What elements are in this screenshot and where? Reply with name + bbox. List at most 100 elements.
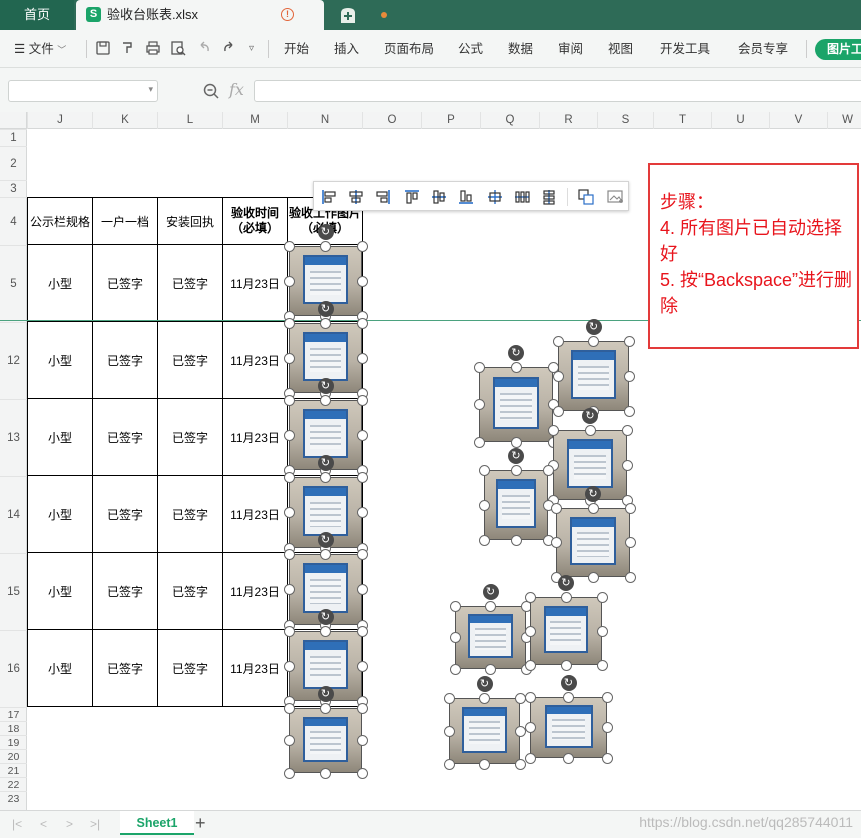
resize-handle[interactable] — [283, 240, 295, 252]
table-cell[interactable]: 已签字 — [157, 629, 223, 707]
rotate-handle-icon[interactable]: ↻ — [317, 301, 334, 317]
column-header[interactable]: Q — [480, 112, 539, 129]
resize-handle[interactable] — [473, 361, 485, 373]
align-top-icon[interactable] — [403, 188, 421, 206]
resize-handle[interactable] — [478, 499, 490, 511]
column-header[interactable]: W — [827, 112, 861, 129]
row-header[interactable]: 1 — [0, 129, 27, 146]
resize-handle[interactable] — [283, 507, 295, 518]
resize-handle[interactable] — [443, 692, 455, 704]
row-header[interactable]: 16 — [0, 630, 27, 707]
selected-picture[interactable] — [530, 597, 602, 665]
resize-handle[interactable] — [449, 663, 461, 675]
resize-handle[interactable] — [283, 394, 295, 406]
row-header[interactable]: 12 — [0, 322, 27, 399]
table-header-cell[interactable]: 验收时间 （必填） — [222, 197, 288, 245]
resize-handle[interactable] — [320, 625, 331, 637]
resize-handle[interactable] — [283, 702, 295, 714]
resize-handle[interactable] — [320, 471, 331, 483]
resize-handle[interactable] — [587, 502, 599, 514]
rotate-handle-icon[interactable]: ↻ — [317, 532, 334, 548]
selected-picture[interactable] — [449, 698, 520, 764]
resize-handle[interactable] — [587, 571, 599, 583]
table-cell[interactable]: 已签字 — [157, 475, 223, 553]
selected-picture[interactable] — [530, 697, 607, 758]
resize-handle[interactable] — [623, 335, 635, 347]
resize-handle[interactable] — [320, 767, 331, 779]
resize-handle[interactable] — [510, 464, 522, 476]
resize-handle[interactable] — [443, 725, 455, 737]
resize-handle[interactable] — [283, 735, 295, 746]
row-header[interactable]: 3 — [0, 180, 27, 197]
resize-handle[interactable] — [356, 702, 368, 714]
resize-handle[interactable] — [356, 507, 368, 518]
table-cell[interactable]: 11月23日 — [222, 629, 288, 707]
resize-handle[interactable] — [356, 548, 368, 560]
resize-handle[interactable] — [473, 436, 485, 448]
table-cell[interactable]: 已签字 — [157, 552, 223, 630]
rotate-handle-icon[interactable]: ↻ — [558, 575, 574, 591]
selected-picture[interactable] — [455, 606, 526, 669]
print-icon[interactable] — [145, 40, 161, 56]
resize-handle[interactable] — [449, 600, 461, 612]
column-header[interactable]: O — [362, 112, 421, 129]
resize-handle[interactable] — [356, 735, 368, 746]
prev-sheet-icon[interactable]: < — [40, 817, 47, 831]
distribute-horizontal-icon[interactable] — [486, 188, 504, 206]
rotate-handle-icon[interactable]: ↻ — [585, 486, 601, 502]
ribbon-tab-developer[interactable]: 开发工具 — [660, 38, 710, 60]
column-header[interactable]: M — [222, 112, 287, 129]
resize-handle[interactable] — [356, 317, 368, 329]
group-icon[interactable] — [577, 188, 595, 206]
resize-handle[interactable] — [356, 275, 368, 287]
column-header[interactable]: T — [653, 112, 711, 129]
row-header[interactable]: 21 — [0, 763, 27, 777]
table-cell[interactable]: 已签字 — [92, 552, 158, 630]
resize-handle[interactable] — [320, 394, 331, 406]
rotate-handle-icon[interactable]: ↻ — [508, 345, 524, 361]
resize-handle[interactable] — [560, 591, 572, 603]
format-painter-icon[interactable] — [120, 40, 136, 56]
table-cell[interactable]: 小型 — [27, 321, 93, 399]
distribute-rows-icon[interactable] — [540, 188, 558, 206]
resize-handle[interactable] — [552, 370, 564, 382]
column-header[interactable]: U — [711, 112, 769, 129]
rotate-handle-icon[interactable]: ↻ — [317, 609, 334, 625]
resize-handle[interactable] — [283, 625, 295, 637]
next-sheet-icon[interactable]: > — [66, 817, 73, 831]
tab-home[interactable]: 首页 — [0, 0, 74, 30]
row-header[interactable]: 2 — [0, 146, 27, 180]
print-preview-icon[interactable] — [170, 40, 186, 56]
function-icon[interactable]: fx — [229, 80, 244, 99]
resize-handle[interactable] — [356, 625, 368, 637]
table-cell[interactable]: 11月23日 — [222, 552, 288, 630]
resize-handle[interactable] — [320, 702, 331, 714]
resize-handle[interactable] — [283, 660, 295, 672]
spreadsheet-grid[interactable]: J K L M N O P Q R S T U V W 1 2 3 4 5 12… — [0, 112, 861, 810]
resize-handle[interactable] — [524, 691, 536, 703]
selected-picture[interactable] — [484, 470, 548, 540]
resize-handle[interactable] — [283, 275, 295, 287]
align-center-icon[interactable] — [347, 188, 365, 206]
resize-handle[interactable] — [596, 591, 608, 603]
ribbon-tab-formula[interactable]: 公式 — [458, 38, 483, 60]
ribbon-tab-data[interactable]: 数据 — [508, 38, 533, 60]
warning-icon[interactable]: ! — [281, 8, 294, 21]
align-bottom-icon[interactable] — [457, 188, 475, 206]
rotate-handle-icon[interactable]: ↻ — [317, 224, 334, 240]
row-header[interactable]: 17 — [0, 707, 27, 721]
ribbon-tab-picture-tools[interactable]: 图片工 — [815, 39, 861, 60]
resize-handle[interactable] — [485, 600, 496, 612]
table-header-cell[interactable]: 一户一档 — [92, 197, 158, 245]
resize-handle[interactable] — [485, 663, 496, 675]
column-header[interactable]: V — [769, 112, 827, 129]
table-header-cell[interactable]: 公示栏规格 — [27, 197, 93, 245]
row-header[interactable]: 22 — [0, 777, 27, 791]
align-left-icon[interactable] — [320, 188, 338, 206]
new-tab-icon[interactable] — [337, 5, 359, 25]
resize-handle[interactable] — [524, 722, 536, 733]
resize-handle[interactable] — [283, 429, 295, 441]
save-icon[interactable] — [95, 40, 111, 56]
resize-handle[interactable] — [621, 459, 633, 471]
resize-handle[interactable] — [601, 752, 613, 764]
